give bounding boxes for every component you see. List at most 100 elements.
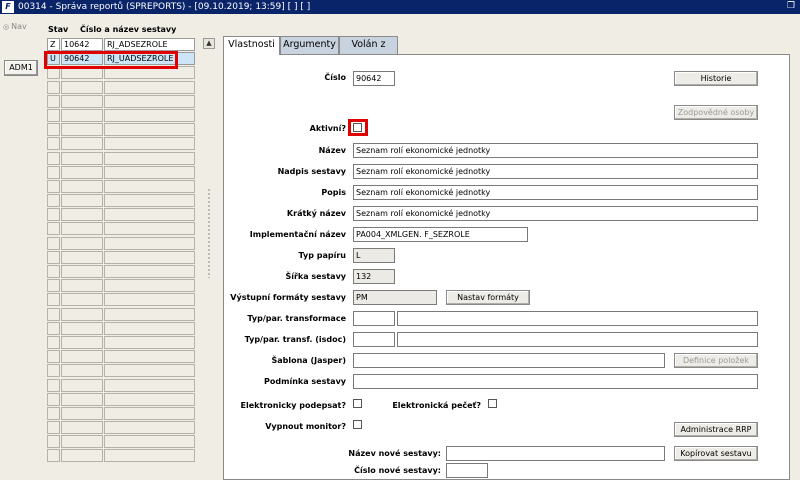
table-row-empty[interactable] [47,66,195,80]
table-row-empty[interactable] [47,449,195,463]
cell-empty[interactable] [104,307,195,321]
table-row-empty[interactable] [47,335,195,350]
nastav-formaty-button[interactable]: Nastav formáty [446,290,530,305]
table-row-empty[interactable] [47,165,195,180]
table-row-empty[interactable] [47,194,195,208]
cell-empty[interactable] [47,250,60,264]
cell-empty[interactable] [104,222,195,236]
implementacni-nazev-field[interactable]: PA004_XMLGEN. F_SEZROLE [353,227,528,242]
cell-empty[interactable] [104,108,195,122]
cell-empty[interactable] [47,179,60,193]
cell-empty[interactable] [61,179,103,193]
table-row-empty[interactable] [47,208,195,222]
cell-empty[interactable] [47,350,60,364]
cell-cislo[interactable]: 90642 [61,52,103,66]
splitter[interactable]: ▲ [203,38,215,478]
cell-empty[interactable] [61,421,103,435]
cell-empty[interactable] [47,208,60,222]
definice-polozek-button[interactable]: Definice položek [674,353,758,368]
cell-empty[interactable] [47,364,60,378]
table-row-empty[interactable] [47,321,195,336]
historie-button[interactable]: Historie [674,71,758,86]
tab-vlastnosti[interactable]: Vlastnosti [223,36,280,55]
cell-nazev[interactable]: RJ_ADSEZROLE [104,38,195,51]
cell-empty[interactable] [104,151,195,165]
sablona-field[interactable] [353,353,665,368]
cell-empty[interactable] [104,250,195,264]
restore-window-icon[interactable]: ❐ [785,1,797,12]
typ-transf-isdoc-field[interactable] [353,332,395,347]
cell-empty[interactable] [47,406,60,420]
table-row-empty[interactable] [47,222,195,236]
cell-empty[interactable] [61,66,103,80]
tab-volan-z[interactable]: Volán z [339,36,398,54]
cell-empty[interactable] [47,94,60,108]
table-row-empty[interactable] [47,80,195,95]
cell-empty[interactable] [61,250,103,264]
cell-empty[interactable] [104,378,195,392]
cell-empty[interactable] [47,80,60,94]
cell-empty[interactable] [61,293,103,307]
cell-empty[interactable] [47,66,60,80]
cell-empty[interactable] [61,80,103,94]
kratky-nazev-field[interactable]: Seznam rolí ekonomické jednotky [353,206,758,221]
cell-empty[interactable] [61,108,103,122]
cell-empty[interactable] [104,80,195,94]
table-row-empty[interactable] [47,421,195,435]
cell-empty[interactable] [61,335,103,349]
cell-empty[interactable] [104,435,195,449]
cell-empty[interactable] [47,165,60,179]
cell-empty[interactable] [47,194,60,208]
scroll-up-icon[interactable]: ▲ [203,38,215,49]
cell-empty[interactable] [61,208,103,222]
cell-empty[interactable] [61,307,103,321]
cell-empty[interactable] [61,94,103,108]
table-row-empty[interactable] [47,250,195,265]
table-row-empty[interactable] [47,123,195,137]
tab-argumenty[interactable]: Argumenty [280,36,339,54]
cell-empty[interactable] [47,222,60,236]
cell-empty[interactable] [61,265,103,278]
table-row-empty[interactable] [47,108,195,123]
cell-empty[interactable] [47,449,60,463]
cell-empty[interactable] [61,406,103,420]
cell-empty[interactable] [47,307,60,321]
cell-empty[interactable] [61,392,103,406]
elektronicka-pecet-checkbox[interactable] [488,399,497,408]
cell-empty[interactable] [47,378,60,392]
cell-cislo[interactable]: 10642 [61,38,103,51]
cell-empty[interactable] [61,222,103,236]
cell-empty[interactable] [61,165,103,179]
cell-empty[interactable] [104,321,195,335]
typ-transformace-field[interactable] [353,311,395,326]
table-row-empty[interactable] [47,364,195,378]
adm1-button[interactable]: ADM1 [4,60,38,76]
cell-stav[interactable]: Z [47,38,60,51]
cell-empty[interactable] [61,435,103,449]
nadpis-field[interactable]: Seznam rolí ekonomické jednotky [353,164,758,179]
cell-empty[interactable] [47,435,60,449]
table-row-empty[interactable] [47,94,195,109]
nazev-field[interactable]: Seznam rolí ekonomické jednotky [353,143,758,158]
vystupni-formaty-field[interactable]: PM [353,290,437,305]
cell-empty[interactable] [104,123,195,137]
table-row-empty[interactable] [47,350,195,364]
cell-empty[interactable] [61,123,103,137]
cell-empty[interactable] [47,335,60,349]
table-row-selected[interactable]: U 90642 RJ_UADSEZROLE [47,52,195,66]
cell-empty[interactable] [47,279,60,293]
par-transformace-field[interactable] [397,311,758,326]
popis-field[interactable]: Seznam rolí ekonomické jednotky [353,185,758,200]
cell-empty[interactable] [104,194,195,208]
table-row-empty[interactable] [47,392,195,407]
cell-nazev[interactable]: RJ_UADSEZROLE [104,52,195,66]
table-row-empty[interactable] [47,265,195,279]
cell-empty[interactable] [104,236,195,250]
table-row-empty[interactable] [47,279,195,293]
cell-empty[interactable] [47,236,60,250]
cell-empty[interactable] [104,293,195,307]
cell-stav[interactable]: U [47,52,60,66]
nav-toggle[interactable]: ◎ Nav [3,22,27,31]
cell-empty[interactable] [104,94,195,108]
table-row-empty[interactable] [47,151,195,166]
